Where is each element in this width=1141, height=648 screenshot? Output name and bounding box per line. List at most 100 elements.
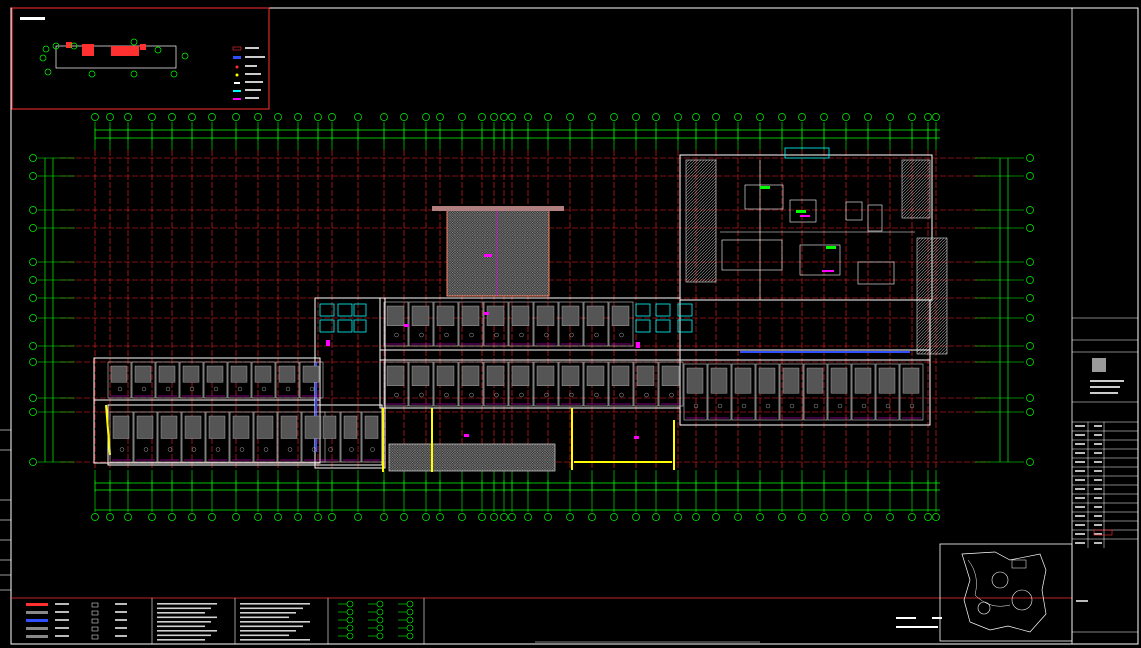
axis-bubble-bottom — [566, 513, 574, 521]
axis-bubble-right — [1026, 342, 1034, 350]
bed — [386, 305, 405, 326]
legend-symbol — [91, 634, 99, 640]
cad-drawing-canvas — [0, 7, 1139, 645]
company-name-line — [1090, 392, 1118, 394]
fixture — [717, 403, 723, 409]
legend-bubble — [346, 608, 354, 616]
guest-room — [133, 411, 158, 463]
legend-label — [115, 603, 127, 605]
axis-bubble-top — [314, 113, 322, 121]
fixture — [215, 447, 221, 452]
fixture — [119, 447, 125, 452]
fixture — [370, 447, 375, 452]
axis-bubble-bottom — [380, 513, 388, 521]
guest-room — [179, 361, 204, 399]
tb-row-label — [1076, 600, 1088, 602]
left-margin-ticks — [0, 429, 11, 591]
axis-bubble-left — [29, 342, 37, 350]
company-logo — [1092, 358, 1106, 372]
axis-bubble-bottom — [400, 513, 408, 521]
legend-swatch — [26, 603, 48, 606]
tb-row-label — [1075, 515, 1085, 517]
axis-bubble-bottom — [652, 513, 660, 521]
bed — [561, 305, 580, 326]
bed — [254, 365, 272, 383]
note-text-line — [157, 625, 205, 628]
fixture — [813, 403, 819, 409]
legend-swatch — [26, 627, 48, 630]
guest-room — [608, 301, 634, 347]
fixture — [349, 447, 354, 452]
note-text-line — [240, 634, 289, 637]
note-text-line — [157, 630, 217, 632]
fixture — [494, 332, 499, 338]
tb-row-value — [1094, 461, 1102, 463]
fixture — [309, 386, 315, 392]
axis-bubble-bottom — [208, 513, 216, 521]
fixture — [469, 332, 474, 338]
axis-bubble-left — [29, 224, 37, 232]
guest-room — [583, 301, 609, 347]
axis-bubble-top — [254, 113, 262, 121]
key-plan — [11, 7, 270, 110]
axis-bubble-bottom — [864, 513, 872, 521]
axis-bubble-top — [208, 113, 216, 121]
legend-label — [115, 627, 127, 629]
bed — [280, 415, 298, 439]
bed — [586, 305, 605, 326]
bed — [461, 365, 480, 386]
axis-bubble-top — [864, 113, 872, 121]
guest-room — [408, 361, 434, 407]
axis-bubble-bottom — [91, 513, 99, 521]
legend-bubble — [346, 600, 354, 608]
axis-bubble-top — [380, 113, 388, 121]
axis-bubble-top — [734, 113, 742, 121]
axis-bubble-bottom — [274, 513, 282, 521]
bed — [536, 305, 555, 326]
tb-row-value — [1094, 434, 1102, 436]
axis-bubble-bottom — [756, 513, 764, 521]
bed — [134, 365, 152, 383]
legend-bubble — [376, 608, 384, 616]
company-name-line — [1090, 386, 1120, 388]
axis-bubble-left — [29, 314, 37, 322]
tb-row-value — [1094, 542, 1102, 544]
axis-bubble-bottom — [500, 513, 508, 521]
legend-bubble — [406, 632, 414, 640]
bed — [561, 365, 580, 386]
fixture — [765, 403, 771, 409]
axis-bubble-top — [168, 113, 176, 121]
axis-bubble-bottom — [932, 513, 940, 521]
legend-bubble — [376, 624, 384, 632]
axis-bubble-top — [436, 113, 444, 121]
axis-bubble-top — [91, 113, 99, 121]
note-text-line — [157, 621, 211, 623]
legend-bubble — [376, 616, 384, 624]
fixture — [191, 447, 197, 452]
bed — [902, 367, 920, 394]
bed — [586, 365, 605, 386]
bed — [343, 415, 358, 439]
axis-bubble-top — [908, 113, 916, 121]
tb-row-value — [1094, 506, 1102, 508]
bed — [436, 365, 455, 386]
axis-bubble-right — [1026, 172, 1034, 180]
guest-room — [827, 363, 852, 421]
bed — [830, 367, 848, 394]
fixture — [239, 447, 245, 452]
note-text-line — [157, 616, 217, 619]
axis-bubble-top — [588, 113, 596, 121]
guest-room — [383, 361, 409, 407]
fixture — [394, 392, 399, 398]
bed — [411, 365, 430, 386]
tb-row-label — [1075, 479, 1085, 481]
axis-bubble-top — [458, 113, 466, 121]
legend-bubble — [406, 600, 414, 608]
legend-bubble — [376, 600, 384, 608]
tb-row-value — [1094, 479, 1102, 481]
axis-bubble-bottom — [478, 513, 486, 521]
bed — [136, 415, 154, 439]
legend-bubble — [346, 632, 354, 640]
legend-bubble — [406, 616, 414, 624]
guest-room — [558, 301, 584, 347]
